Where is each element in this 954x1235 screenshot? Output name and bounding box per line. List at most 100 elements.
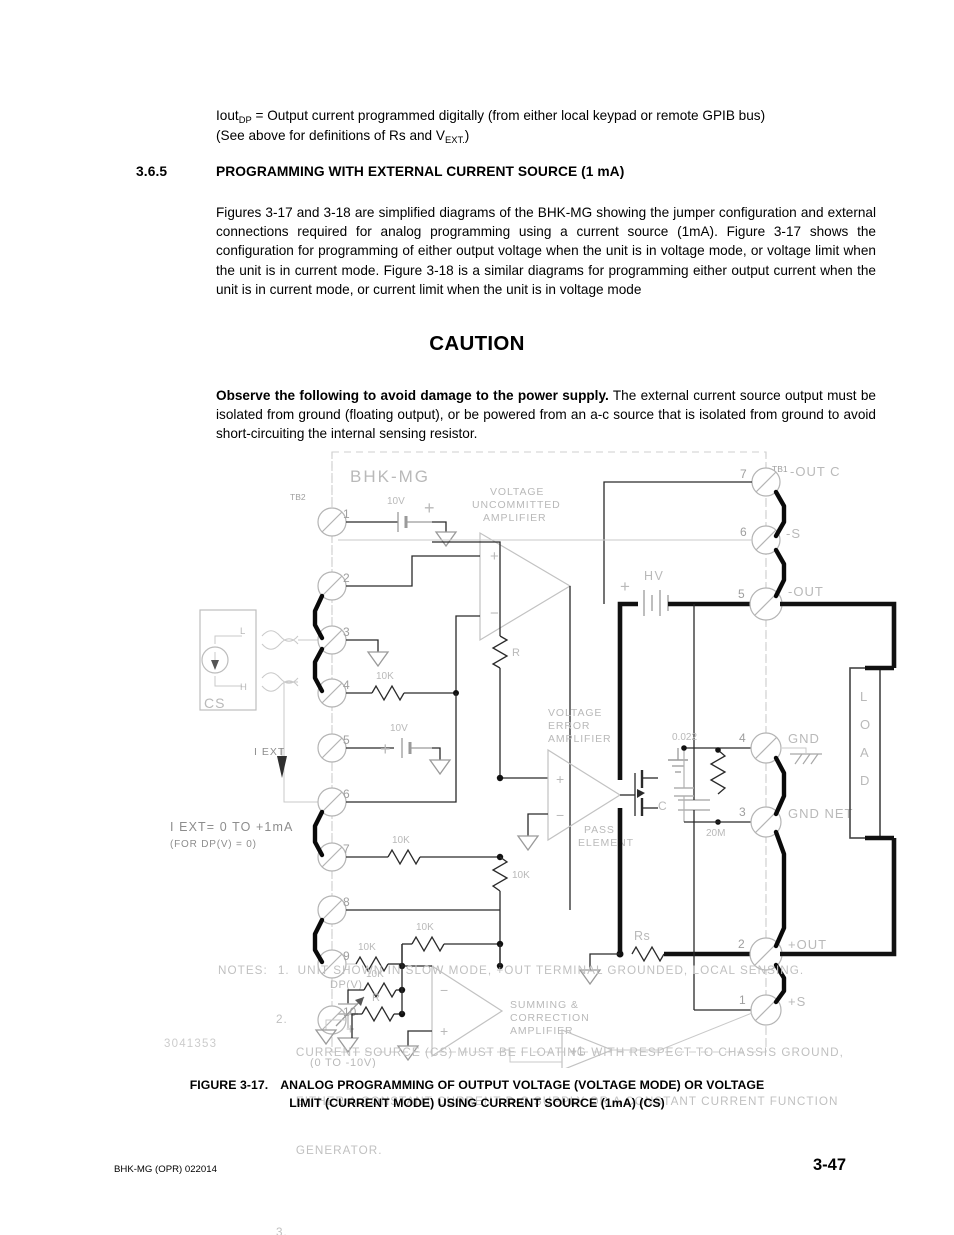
tb1-jumper-6-5 bbox=[773, 547, 787, 599]
footer-page-number: 3-47 bbox=[812, 1156, 846, 1174]
load-letter-l: L bbox=[860, 689, 868, 704]
junction-0022-top bbox=[681, 745, 687, 751]
footer-document-id: BHK-MG (OPR) 022014 bbox=[114, 1164, 217, 1175]
tb1-num-6: 6 bbox=[740, 525, 747, 539]
resistor-10k-vertical: 10K bbox=[491, 856, 530, 892]
tb2-jumper-3-4 bbox=[312, 646, 325, 694]
vext-subscript: EXT. bbox=[444, 134, 465, 146]
section-number: 3.6.5 bbox=[136, 164, 168, 179]
iout-dp-term: Iout bbox=[216, 108, 239, 123]
tb2-num-3: 3 bbox=[343, 625, 350, 639]
junction-20m-top bbox=[715, 747, 721, 753]
tb1-terminal-numbers: 7 6 5 4 3 2 1 bbox=[738, 467, 747, 1007]
caution-bold-lead: Observe the following to avoid damage to… bbox=[216, 388, 609, 403]
tb1-num-4: 4 bbox=[739, 731, 746, 745]
tb2-num-2: 2 bbox=[343, 571, 350, 585]
resistor-10k-term4-label: 10K bbox=[376, 671, 394, 682]
figure-label: FIGURE 3-17. bbox=[189, 1078, 269, 1092]
ground-symbol-term3 bbox=[366, 651, 390, 668]
iext-arrow-label: I EXT bbox=[254, 746, 285, 758]
resistor-10k-term4: 10K bbox=[371, 671, 405, 702]
amp-uncommitted-label-l3: AMPLIFIER bbox=[483, 512, 547, 524]
amp-plus-input-uncommitted: + bbox=[490, 548, 499, 565]
section-title: PROGRAMMING WITH EXTERNAL CURRENT SOURCE… bbox=[216, 164, 625, 179]
amp-error-label-l2: ERROR bbox=[548, 720, 590, 732]
wire-10v-mid-to-gnd bbox=[432, 747, 441, 760]
tb2-num-4: 4 bbox=[343, 678, 350, 692]
cs-source-arrow-head bbox=[211, 660, 219, 670]
intro-definition-text: IoutDP = Output current programmed digit… bbox=[216, 106, 876, 146]
junction-err-amp-plus bbox=[496, 774, 504, 782]
wire-err-amp-minus-gnd bbox=[527, 813, 548, 836]
resistor-R-label: R bbox=[512, 647, 520, 659]
wire-term3-to-gnd bbox=[346, 639, 379, 652]
tb1-num-7: 7 bbox=[740, 467, 747, 481]
resistor-R-vertical: R bbox=[491, 635, 520, 669]
figure-title-line2: LIMIT (CURRENT MODE) USING CURRENT SOURC… bbox=[289, 1096, 665, 1110]
ground-symbol-mid bbox=[428, 759, 452, 776]
cs-terminal-low-label: L bbox=[240, 626, 245, 637]
document-page: IoutDP = Output current programmed digit… bbox=[0, 0, 954, 1235]
tb1-name-gnd-net: GND NET bbox=[788, 806, 854, 821]
tb1-name-out-c: -OUT C bbox=[790, 464, 841, 479]
unit-title-label: BHK-MG bbox=[350, 467, 430, 486]
tb1-num-5: 5 bbox=[738, 587, 745, 601]
capacitor-0022-label: 0.022 bbox=[672, 732, 697, 743]
tb2-block-label: TB2 bbox=[290, 492, 306, 502]
err-amp-plus: + bbox=[556, 771, 564, 787]
resistor-10k-term7-label: 10K bbox=[392, 835, 410, 846]
load-letter-o: O bbox=[860, 717, 871, 732]
capacitor-0022 bbox=[674, 748, 694, 822]
battery-hv bbox=[643, 590, 669, 616]
tb2-num-8: 8 bbox=[343, 895, 350, 909]
figure-schematic: I EXT CS L H I EXT= 0 TO +1mA (FOR DP(V)… bbox=[150, 448, 920, 1235]
note-2-line-1: CURRENT SOURCE (CS) MUST BE FLOATING WIT… bbox=[295, 1045, 844, 1059]
note-row-3: 3. WITH CURRENT SOURCE (CS) GENERATING A… bbox=[276, 1225, 856, 1235]
load-letter-d: D bbox=[860, 773, 870, 788]
tb1-jumper-7-6 bbox=[773, 489, 787, 539]
ref-10v-top-label: 10V bbox=[387, 496, 405, 507]
pass-element-label-l2: ELEMENT bbox=[578, 837, 634, 849]
section-paragraph: Figures 3-17 and 3-18 are simplified dia… bbox=[216, 205, 876, 297]
vext-see-above: (See above for definitions of Rs and V bbox=[216, 128, 445, 144]
amp-uncommitted-label-l1: VOLTAGE bbox=[490, 486, 544, 498]
pass-element-label-l1: PASS bbox=[584, 824, 615, 836]
tb1-name-minus-s: -S bbox=[786, 526, 801, 541]
cs-lead-high bbox=[214, 676, 242, 687]
resistor-20m-label: 20M bbox=[706, 828, 725, 839]
tb1-terminal-names: -OUT C -S -OUT GND GND NET +OUT +S bbox=[786, 464, 854, 1009]
ref-10v-mid-label: 10V bbox=[390, 723, 408, 734]
resistor-10k-term7: 10K bbox=[387, 835, 421, 866]
amp-minus-input-uncommitted: − bbox=[490, 605, 499, 622]
amp-error-label-l1: VOLTAGE bbox=[548, 707, 602, 719]
drawing-number: 3041353 bbox=[164, 1038, 218, 1050]
tb2-terminal-1 bbox=[317, 507, 347, 537]
wire-term5-to-load-top bbox=[780, 601, 897, 668]
resistor-20m: 20M bbox=[706, 749, 727, 839]
capacitor-c-label: C bbox=[658, 799, 667, 813]
note-2-line-3: GENERATOR. bbox=[295, 1144, 383, 1158]
wire-term4-to-gnd-hatch bbox=[782, 747, 807, 754]
note-row-1: NOTES: 1. UNIT SHOWN IN SLOW MODE, +OUT … bbox=[218, 963, 856, 979]
plus-sign-10v-top: + bbox=[424, 498, 435, 518]
note-3-num: 3. bbox=[276, 1226, 288, 1235]
tb2-num-5: 5 bbox=[343, 733, 350, 747]
tb2-num-7: 7 bbox=[343, 842, 350, 856]
hv-plus-sign: + bbox=[620, 577, 630, 596]
caution-body-text: Observe the following to avoid damage to… bbox=[216, 386, 876, 444]
iout-subscript: DP bbox=[238, 114, 252, 125]
tb1-num-3: 3 bbox=[739, 805, 746, 819]
notes-title: NOTES: bbox=[218, 963, 268, 977]
ground-symbol-err-amp bbox=[516, 835, 540, 852]
amp-uncommitted-label-l2: UNCOMMITTED bbox=[472, 499, 561, 511]
tb2-num-6: 6 bbox=[343, 787, 350, 801]
tb2-terminal-5 bbox=[317, 733, 347, 763]
tb1-name-gnd: GND bbox=[788, 731, 820, 746]
gnd-hatch-symbol bbox=[790, 753, 822, 765]
iext-arrow-head bbox=[277, 756, 287, 778]
iext-condition-label: (FOR DP(V) = 0) bbox=[170, 839, 257, 850]
caution-heading: CAUTION bbox=[429, 332, 525, 355]
resistor-10k-vertical-label: 10K bbox=[512, 870, 530, 881]
err-amp-minus: − bbox=[556, 807, 564, 823]
tb1-jumper-3-2 bbox=[773, 829, 787, 949]
